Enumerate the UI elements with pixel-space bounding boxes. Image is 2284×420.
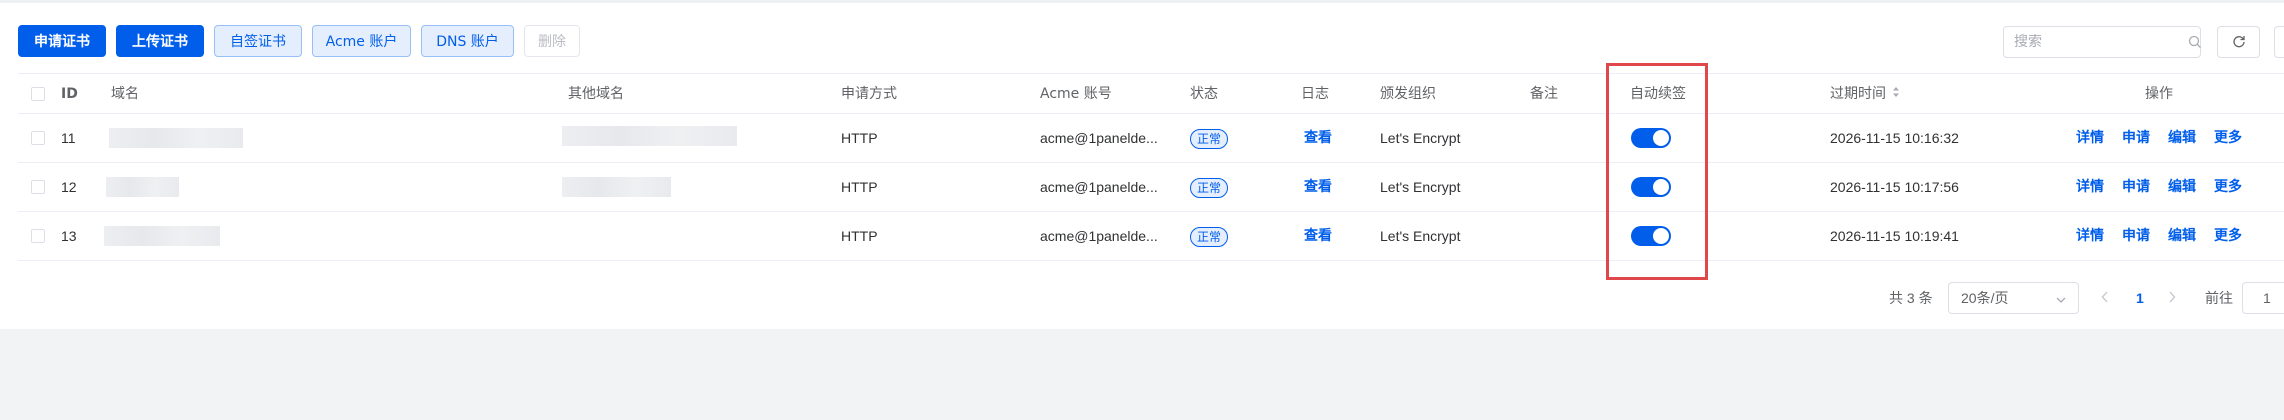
header-issuer: 颁发组织 <box>1380 86 1436 102</box>
apply-link[interactable]: 申请 <box>2122 114 2150 162</box>
view-log-link[interactable]: 查看 <box>1304 212 1332 260</box>
row-checkbox[interactable] <box>31 131 45 145</box>
page-number-current[interactable]: 1 <box>2136 282 2144 314</box>
toolbar: 申请证书 上传证书 自签证书 Acme 账户 DNS 账户 删除 <box>18 25 580 57</box>
row-checkbox[interactable] <box>31 229 45 243</box>
certificate-panel: 申请证书 上传证书 自签证书 Acme 账户 DNS 账户 删除 ID 域名 其… <box>0 0 2284 329</box>
row-expire-time: 2026-11-15 10:17:56 <box>1830 179 1959 195</box>
page-size-value: 20条/页 <box>1961 290 2009 306</box>
row-acme-account: acme@1panelde... <box>1040 228 1158 244</box>
view-log-link[interactable]: 查看 <box>1304 163 1332 211</box>
row-id: 13 <box>61 228 77 244</box>
goto-label: 前往 <box>2205 290 2233 306</box>
header-id: ID <box>61 86 78 102</box>
status-badge: 正常 <box>1190 129 1229 149</box>
pagination-total: 共 3 条 <box>1889 290 1933 306</box>
view-log-link[interactable]: 查看 <box>1304 114 1332 162</box>
header-expire-time-label: 过期时间 <box>1830 86 1886 102</box>
status-badge: 正常 <box>1190 178 1229 198</box>
goto-page-input[interactable]: 1 <box>2242 282 2284 314</box>
delete-button[interactable]: 删除 <box>524 25 580 57</box>
row-apply-method: HTTP <box>841 130 878 146</box>
status-badge: 正常 <box>1190 227 1229 247</box>
self-signed-cert-button[interactable]: 自签证书 <box>214 25 302 57</box>
row-expire-time: 2026-11-15 10:19:41 <box>1830 228 1959 244</box>
redacted-other-domains <box>562 126 737 146</box>
next-page-button[interactable] <box>2168 282 2176 314</box>
auto-renew-highlight-box <box>1606 63 1708 280</box>
column-settings-button[interactable] <box>2274 26 2284 58</box>
edit-link[interactable]: 编辑 <box>2168 114 2196 162</box>
table-header: ID 域名 其他域名 申请方式 Acme 账号 状态 日志 颁发组织 备注 自动… <box>18 73 2284 114</box>
row-id: 12 <box>61 179 77 195</box>
row-issuer: Let's Encrypt <box>1380 179 1461 195</box>
apply-link[interactable]: 申请 <box>2122 212 2150 260</box>
page-size-select[interactable]: 20条/页 <box>1948 282 2079 314</box>
more-link[interactable]: 更多 <box>2214 212 2242 260</box>
search-box[interactable] <box>2003 26 2201 58</box>
redacted-domain <box>104 226 220 246</box>
redacted-other-domains <box>562 177 671 197</box>
row-id: 11 <box>61 130 76 146</box>
row-acme-account: acme@1panelde... <box>1040 130 1158 146</box>
chevron-right-icon <box>2168 290 2176 306</box>
row-issuer: Let's Encrypt <box>1380 130 1461 146</box>
acme-account-button[interactable]: Acme 账户 <box>312 25 411 57</box>
apply-link[interactable]: 申请 <box>2122 163 2150 211</box>
header-domain: 域名 <box>111 86 139 102</box>
edit-link[interactable]: 编辑 <box>2168 163 2196 211</box>
row-acme-account: acme@1panelde... <box>1040 179 1158 195</box>
header-other-domains: 其他域名 <box>568 86 624 102</box>
detail-link[interactable]: 详情 <box>2076 163 2104 211</box>
table-row: 12 HTTP acme@1panelde... 正常 查看 Let's Enc… <box>18 163 2284 212</box>
detail-link[interactable]: 详情 <box>2076 114 2104 162</box>
header-remark: 备注 <box>1530 86 1558 102</box>
header-actions: 操作 <box>2145 86 2173 102</box>
sort-icon[interactable] <box>1892 74 1900 114</box>
redacted-domain <box>109 128 243 148</box>
upload-cert-button[interactable]: 上传证书 <box>116 25 204 57</box>
select-all-checkbox[interactable] <box>31 87 45 101</box>
header-status: 状态 <box>1190 86 1218 102</box>
header-expire-time[interactable]: 过期时间 <box>1830 74 1900 114</box>
row-checkbox[interactable] <box>31 180 45 194</box>
redacted-domain <box>106 177 179 197</box>
row-expire-time: 2026-11-15 10:16:32 <box>1830 130 1959 146</box>
search-input[interactable] <box>2014 34 2188 50</box>
row-issuer: Let's Encrypt <box>1380 228 1461 244</box>
dns-account-button[interactable]: DNS 账户 <box>421 25 514 57</box>
edit-link[interactable]: 编辑 <box>2168 212 2196 260</box>
chevron-left-icon <box>2101 290 2109 306</box>
header-acme-account: Acme 账号 <box>1040 86 1112 102</box>
header-apply-method: 申请方式 <box>841 86 897 102</box>
row-apply-method: HTTP <box>841 179 878 195</box>
refresh-icon <box>2232 34 2246 51</box>
more-link[interactable]: 更多 <box>2214 114 2242 162</box>
search-icon[interactable] <box>2188 35 2202 49</box>
refresh-button[interactable] <box>2217 26 2260 58</box>
apply-cert-button[interactable]: 申请证书 <box>18 25 106 57</box>
table-row: 13 HTTP acme@1panelde... 正常 查看 Let's Enc… <box>18 212 2284 261</box>
prev-page-button[interactable] <box>2101 282 2109 314</box>
chevron-down-icon <box>2056 290 2066 306</box>
more-link[interactable]: 更多 <box>2214 163 2242 211</box>
detail-link[interactable]: 详情 <box>2076 212 2104 260</box>
table-row: 11 HTTP acme@1panelde... 正常 查看 Let's Enc… <box>18 114 2284 163</box>
header-log: 日志 <box>1301 86 1329 102</box>
row-apply-method: HTTP <box>841 228 878 244</box>
